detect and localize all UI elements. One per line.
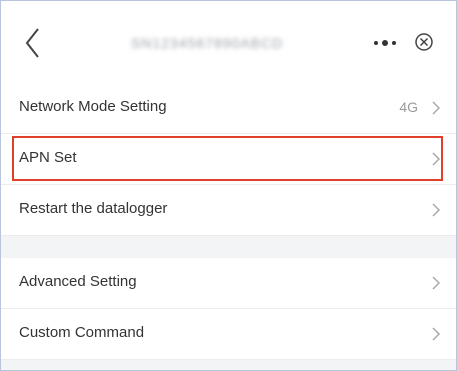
chevron-right-icon [432, 152, 441, 166]
advanced-setting-row[interactable]: Advanced Setting [1, 258, 456, 309]
row-label: Advanced Setting [19, 273, 137, 290]
row-label: Restart the datalogger [19, 200, 168, 217]
more-dots-icon[interactable] [371, 33, 399, 53]
chevron-right-icon [432, 101, 441, 115]
chevron-right-icon [432, 276, 441, 290]
chevron-right-icon [432, 327, 441, 341]
row-label: Network Mode Setting [19, 98, 167, 115]
row-label: APN Set [19, 149, 77, 166]
row-label: Custom Command [19, 324, 145, 341]
custom-command-row[interactable]: Custom Command [1, 309, 456, 360]
settings-screen: SN1234567890ABCD Network Mode Setting 4G… [0, 0, 457, 371]
restart-datalogger-row[interactable]: Restart the datalogger [1, 185, 456, 236]
top-bar: SN1234567890ABCD [1, 1, 456, 84]
chevron-left-icon[interactable] [23, 25, 43, 61]
close-circle-icon[interactable] [414, 32, 434, 52]
network-mode-value: 4G [399, 99, 418, 115]
device-title: SN1234567890ABCD [131, 35, 284, 51]
network-mode-setting-row[interactable]: Network Mode Setting 4G [1, 83, 456, 134]
apn-set-row[interactable]: APN Set [1, 134, 456, 185]
chevron-right-icon [432, 203, 441, 217]
